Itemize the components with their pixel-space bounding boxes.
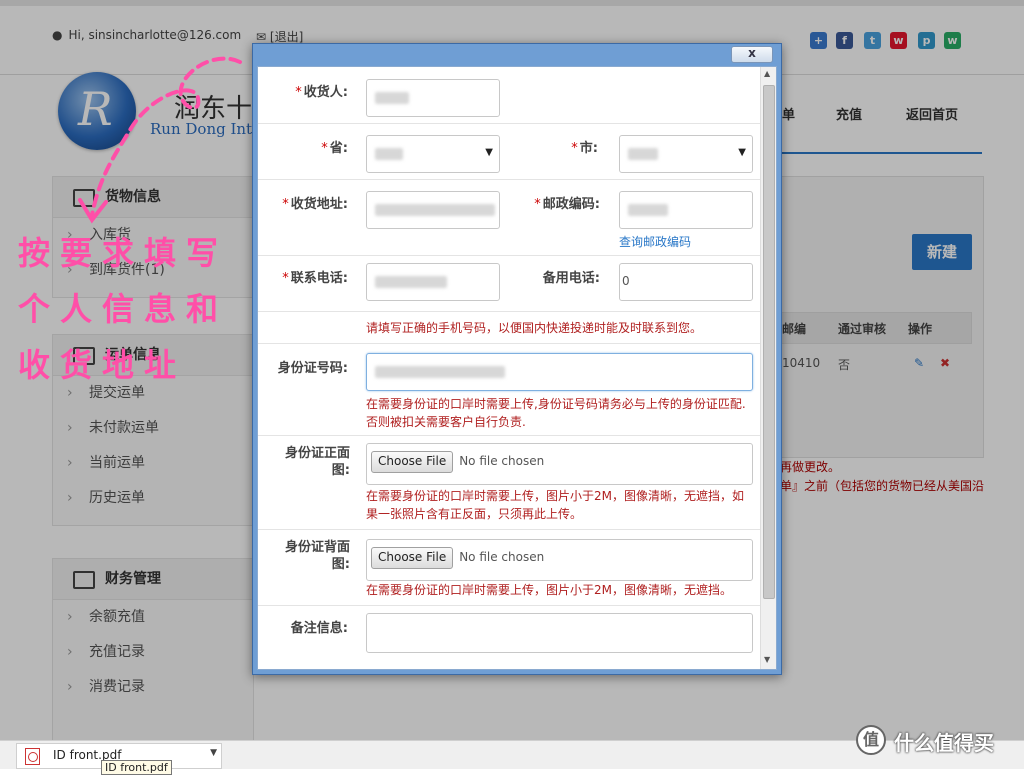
id-back-choose-file-button[interactable]: Choose File — [371, 547, 454, 569]
annotation-line-1: 按要求填写 — [18, 234, 229, 272]
row-address-postcode: * 收货地址: * 邮政编码: 查询邮政编码 — [258, 179, 761, 256]
row-id-number: 身份证号码: 在需要身份证的口岸时需要上传,身份证号码请务必与上传的身份证匹配.… — [258, 343, 761, 436]
id-front-file-input[interactable]: Choose File No file chosen — [366, 443, 753, 485]
remarks-textarea[interactable] — [366, 613, 753, 653]
scroll-up-icon[interactable]: ▲ — [764, 69, 770, 78]
download-item[interactable]: ID front.pdf ID front.pdf ▼ — [16, 743, 222, 775]
id-front-file-status: No file chosen — [459, 454, 545, 468]
alt-phone-label: 备用电话: — [542, 271, 600, 286]
recipient-input[interactable] — [366, 79, 500, 117]
row-phone: * 联系电话: 备用电话: 0 — [258, 255, 761, 312]
id-front-hint-2: 果一张照片含有正反面，只须再此上传。 — [366, 507, 583, 521]
id-number-label: 身份证号码: — [277, 361, 348, 376]
recipient-label: * 收货人: — [295, 85, 348, 100]
address-modal: x * 收货人: * 省: ▼ * 市: ▼ * 收货地址: * 邮政编码: 查询邮政编码… — [252, 43, 782, 675]
scroll-thumb[interactable] — [763, 85, 775, 599]
chevron-down-icon[interactable]: ▼ — [210, 748, 217, 758]
row-province-city: * 省: ▼ * 市: ▼ — [258, 123, 761, 180]
pdf-file-icon — [25, 748, 40, 765]
id-back-hint: 在需要身份证的口岸时需要上传，图片小于2M，图像清晰，无遮挡。 — [366, 583, 732, 597]
province-select[interactable]: ▼ — [366, 135, 500, 173]
row-recipient: * 收货人: — [258, 67, 761, 124]
id-back-file-input[interactable]: Choose File No file chosen — [366, 539, 753, 581]
id-back-label: 身份证背面 图: — [284, 540, 350, 572]
address-label: * 收货地址: — [282, 197, 348, 212]
annotation-arrow-icon — [78, 56, 242, 224]
phone-input[interactable] — [366, 263, 500, 301]
watermark-icon: 值 — [856, 725, 886, 755]
id-number-hint-2: 否则被扣关需要客户自行负责. — [366, 415, 526, 429]
postcode-lookup-link[interactable]: 查询邮政编码 — [619, 233, 691, 250]
annotation-line-3: 收货地址 — [18, 346, 187, 384]
phone-label: * 联系电话: — [282, 271, 348, 286]
id-number-hint-1: 在需要身份证的口岸时需要上传,身份证号码请务必与上传的身份证匹配. — [366, 397, 746, 411]
modal-scrollbar[interactable]: ▲ ▼ — [760, 67, 776, 669]
city-select[interactable]: ▼ — [619, 135, 753, 173]
remarks-label: 备注信息: — [290, 621, 348, 636]
scroll-down-icon[interactable]: ▼ — [764, 655, 770, 664]
phone-hint: 请填写正确的手机号码，以便国内快递投递时能及时联系到您。 — [366, 321, 703, 335]
postcode-input[interactable] — [619, 191, 753, 229]
alt-phone-input[interactable]: 0 — [619, 263, 753, 301]
chevron-down-icon: ▼ — [738, 147, 746, 158]
id-front-choose-file-button[interactable]: Choose File — [371, 451, 454, 473]
province-label: * 省: — [321, 141, 348, 156]
close-icon[interactable]: x — [748, 46, 756, 60]
row-remarks: 备注信息: — [258, 605, 761, 669]
watermark-text: 什么值得买 — [894, 731, 994, 755]
row-id-front: 身份证正面 图: Choose File No file chosen 在需要身份证… — [258, 435, 761, 530]
id-front-label: 身份证正面 图: — [284, 446, 350, 478]
address-input[interactable] — [366, 191, 500, 229]
modal-form: * 收货人: * 省: ▼ * 市: ▼ * 收货地址: * 邮政编码: 查询邮政编码 *… — [257, 66, 777, 670]
postcode-label: * 邮政编码: — [534, 197, 600, 212]
annotation-line-2: 个人信息和 — [18, 290, 229, 328]
close-button[interactable]: x — [731, 46, 773, 63]
row-phone-hint: 请填写正确的手机号码，以便国内快递投递时能及时联系到您。 — [258, 311, 761, 344]
id-back-file-status: No file chosen — [459, 550, 545, 564]
id-number-input[interactable] — [366, 353, 753, 391]
city-label: * 市: — [571, 141, 598, 156]
id-front-hint-1: 在需要身份证的口岸时需要上传，图片小于2M，图像清晰，无遮挡，如 — [366, 489, 744, 503]
chevron-down-icon: ▼ — [485, 147, 493, 158]
row-id-back: 身份证背面 图: Choose File No file chosen 在需要身份证… — [258, 529, 761, 606]
